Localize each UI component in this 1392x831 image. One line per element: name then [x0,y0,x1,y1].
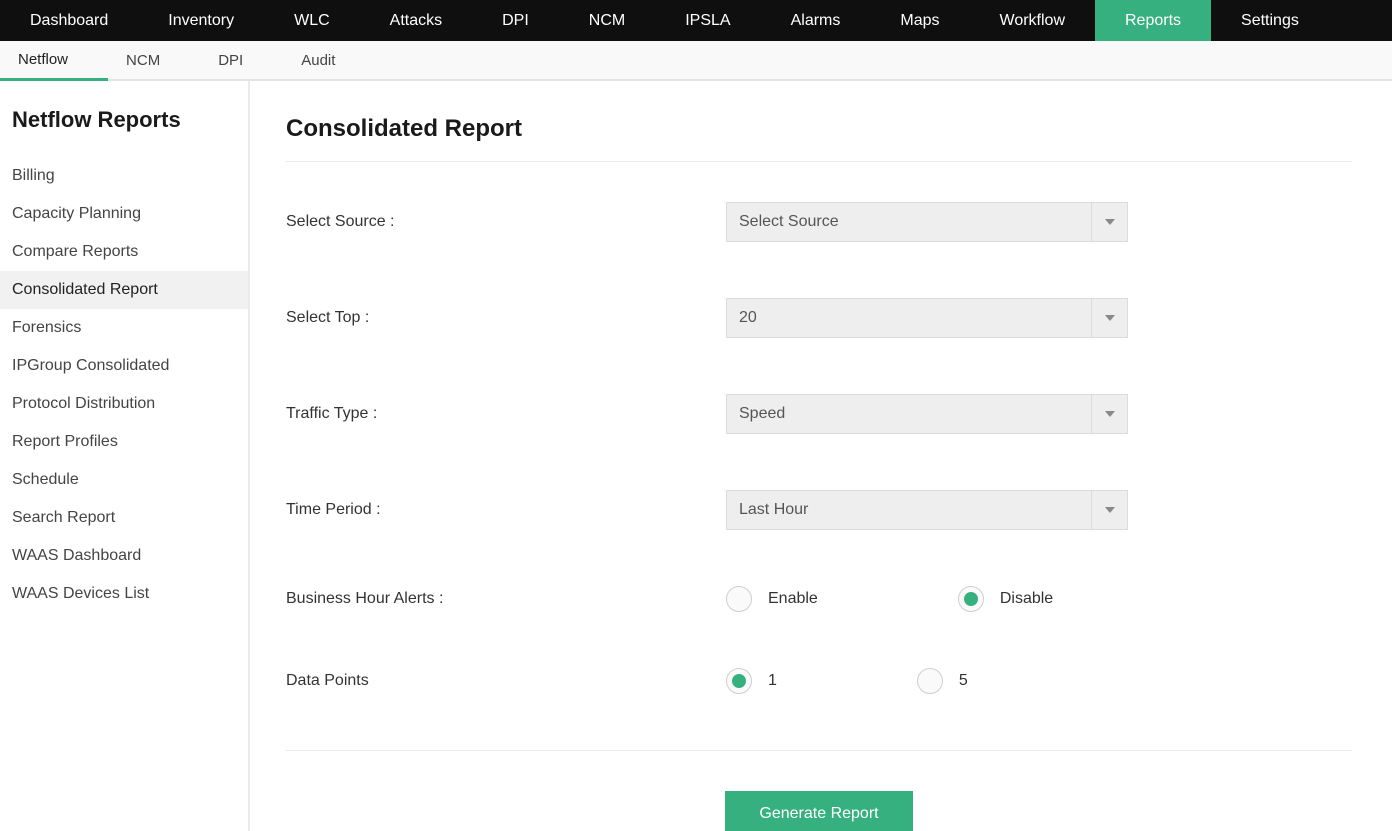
topnav-item-alarms[interactable]: Alarms [761,0,871,41]
radio-points-1[interactable]: 1 [726,668,777,694]
sidebar-item-billing[interactable]: Billing [0,157,248,195]
label-select-top: Select Top : [286,309,726,327]
sidebar: Netflow Reports BillingCapacity Planning… [0,81,250,831]
top-nav: DashboardInventoryWLCAttacksDPINCMIPSLAA… [0,0,1392,41]
chevron-down-icon [1091,299,1127,337]
sidebar-item-capacity-planning[interactable]: Capacity Planning [0,195,248,233]
sidebar-item-compare-reports[interactable]: Compare Reports [0,233,248,271]
radio-points-5[interactable]: 5 [917,668,968,694]
sidebar-item-report-profiles[interactable]: Report Profiles [0,423,248,461]
sidebar-item-schedule[interactable]: Schedule [0,461,248,499]
label-business-hour-alerts: Business Hour Alerts : [286,590,726,608]
select-top[interactable]: 20 [726,298,1128,338]
topnav-item-wlc[interactable]: WLC [264,0,360,41]
select-traffic-type[interactable]: Speed [726,394,1128,434]
radio-label: Disable [1000,590,1053,608]
label-traffic-type: Traffic Type : [286,405,726,423]
subnav-item-netflow[interactable]: Netflow [0,41,108,81]
topnav-item-workflow[interactable]: Workflow [970,0,1096,41]
subnav-item-ncm[interactable]: NCM [108,41,200,81]
main-content: Consolidated Report Select Source : Sele… [250,81,1392,831]
sidebar-item-search-report[interactable]: Search Report [0,499,248,537]
topnav-item-ipsla[interactable]: IPSLA [655,0,760,41]
select-source-value: Select Source [727,213,1091,231]
sub-nav: NetflowNCMDPIAudit [0,41,1392,81]
chevron-down-icon [1091,203,1127,241]
subnav-item-dpi[interactable]: DPI [200,41,283,81]
sidebar-item-protocol-distribution[interactable]: Protocol Distribution [0,385,248,423]
subnav-item-audit[interactable]: Audit [283,41,375,81]
topnav-item-settings[interactable]: Settings [1211,0,1329,41]
topnav-item-dpi[interactable]: DPI [472,0,559,41]
radio-icon [958,586,984,612]
topnav-item-ncm[interactable]: NCM [559,0,655,41]
sidebar-item-waas-devices-list[interactable]: WAAS Devices List [0,575,248,613]
label-time-period: Time Period : [286,501,726,519]
generate-report-button[interactable]: Generate Report [725,791,912,831]
select-source[interactable]: Select Source [726,202,1128,242]
radio-bha-disable[interactable]: Disable [958,586,1053,612]
page-title: Consolidated Report [286,115,1352,162]
chevron-down-icon [1091,395,1127,433]
topnav-item-attacks[interactable]: Attacks [360,0,472,41]
select-time-period[interactable]: Last Hour [726,490,1128,530]
topnav-item-dashboard[interactable]: Dashboard [0,0,138,41]
radio-label: Enable [768,590,818,608]
sidebar-item-forensics[interactable]: Forensics [0,309,248,347]
sidebar-item-waas-dashboard[interactable]: WAAS Dashboard [0,537,248,575]
select-time-period-value: Last Hour [727,501,1091,519]
select-top-value: 20 [727,309,1091,327]
topnav-item-inventory[interactable]: Inventory [138,0,264,41]
radio-label: 1 [768,672,777,690]
sidebar-item-consolidated-report[interactable]: Consolidated Report [0,271,248,309]
topnav-item-maps[interactable]: Maps [870,0,969,41]
topnav-item-reports[interactable]: Reports [1095,0,1211,41]
label-select-source: Select Source : [286,213,726,231]
radio-icon [726,668,752,694]
radio-label: 5 [959,672,968,690]
label-data-points: Data Points [286,672,726,690]
radio-bha-enable[interactable]: Enable [726,586,818,612]
radio-icon [917,668,943,694]
sidebar-title: Netflow Reports [0,107,248,157]
sidebar-item-ipgroup-consolidated[interactable]: IPGroup Consolidated [0,347,248,385]
chevron-down-icon [1091,491,1127,529]
radio-icon [726,586,752,612]
select-traffic-type-value: Speed [727,405,1091,423]
